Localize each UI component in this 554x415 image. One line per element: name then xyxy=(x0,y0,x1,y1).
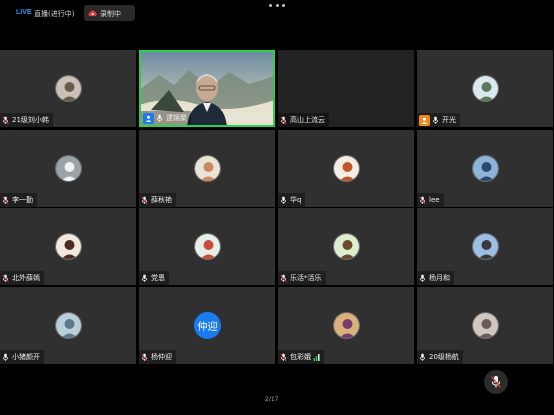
audio-level-icon xyxy=(313,353,320,361)
participant-name: 杨月和 xyxy=(429,274,450,282)
participant-name: 逮锦聚 xyxy=(166,114,187,122)
participant-name-bar: 党恩 xyxy=(139,271,169,285)
mic-muted-icon xyxy=(2,274,9,282)
participant-name: 包彩娥 xyxy=(290,353,311,361)
participant-tile[interactable]: 党恩 xyxy=(139,208,275,285)
live-status[interactable]: 直播(进行中) xyxy=(34,9,74,19)
mic-icon xyxy=(2,353,9,361)
participant-name-bar: lee xyxy=(417,193,444,207)
participant-name: 李一勤 xyxy=(12,196,33,204)
participant-tile[interactable]: 包彩娥 xyxy=(278,287,414,364)
participant-name-bar: 高山上流云 xyxy=(278,113,329,127)
mic-muted-icon xyxy=(141,196,148,204)
participant-tile[interactable]: 20级杨航 xyxy=(417,287,553,364)
tower-avatar xyxy=(472,233,499,260)
more-options-icon[interactable] xyxy=(269,2,285,8)
landscape-avatar xyxy=(472,75,499,102)
cartoon-avatar xyxy=(55,75,82,102)
runner-avatar xyxy=(472,155,499,182)
participant-tile[interactable]: 李一勤 xyxy=(0,130,136,207)
participant-name-bar: 杨月和 xyxy=(417,271,454,285)
page-indicator: 2/17 xyxy=(265,396,279,403)
recording-label: 录制中 xyxy=(100,10,121,18)
participant-tile[interactable]: 北外薛嫣 xyxy=(0,208,136,285)
participant-tile[interactable]: 高山上流云 xyxy=(278,50,414,127)
anime-avatar xyxy=(55,233,82,260)
participant-name: 21级刘小韩 xyxy=(12,116,49,124)
participant-tile[interactable]: 薛秋艳 xyxy=(139,130,275,207)
participant-name-bar: 华q xyxy=(278,193,306,207)
participant-name-bar: 薛秋艳 xyxy=(139,193,176,207)
participant-name-bar: 北外薛嫣 xyxy=(0,271,44,285)
participant-tile[interactable]: 21级刘小韩 xyxy=(0,50,136,127)
participant-tile[interactable]: 乐活*活乐 xyxy=(278,208,414,285)
mic-muted-icon xyxy=(280,116,287,124)
baby-avatar xyxy=(194,233,221,260)
participant-name: 高山上流云 xyxy=(290,116,325,124)
photo-avatar xyxy=(55,155,82,182)
top-bar: LIVE 直播(进行中) 录制中 xyxy=(0,0,554,24)
host-badge-icon xyxy=(143,112,154,124)
participant-name-bar: 包彩娥 xyxy=(278,350,324,364)
video-overlay-caption: 北京宁邦财经研究所 xyxy=(225,116,271,122)
participant-tile[interactable]: 仲迎杨仲迎 xyxy=(139,287,275,364)
participant-name-bar: 20级杨航 xyxy=(417,350,463,364)
participant-name: 20级杨航 xyxy=(429,353,459,361)
mic-icon xyxy=(419,353,426,361)
participant-tile[interactable]: lee xyxy=(417,130,553,207)
participant-tile[interactable]: 小猪颜开 xyxy=(0,287,136,364)
participant-name-bar: 乐活*活乐 xyxy=(278,271,326,285)
participant-name-bar: 开光 xyxy=(417,113,460,127)
participant-name: 华q xyxy=(290,196,302,204)
mic-icon xyxy=(141,274,148,282)
participant-name: 杨仲迎 xyxy=(151,353,172,361)
portrait-avatar xyxy=(472,312,499,339)
participant-name: 党恩 xyxy=(151,274,165,282)
mic-muted-icon xyxy=(280,353,287,361)
mic-muted-icon xyxy=(141,353,148,361)
participant-name-bar: 小猪颜开 xyxy=(0,350,44,364)
participant-tile[interactable]: 杨月和 xyxy=(417,208,553,285)
participant-name-bar: 21级刘小韩 xyxy=(0,113,53,127)
mic-muted-icon xyxy=(2,116,9,124)
mic-icon xyxy=(419,274,426,282)
avatar: 仲迎 xyxy=(194,312,221,339)
mic-muted-icon xyxy=(2,196,9,204)
kid-avatar xyxy=(333,233,360,260)
cloud-record-icon xyxy=(88,10,97,17)
cohost-badge-icon xyxy=(419,114,430,126)
sea-avatar xyxy=(55,312,82,339)
mic-muted-icon xyxy=(490,376,502,388)
illustration-avatar xyxy=(194,155,221,182)
participant-name-bar: 李一勤 xyxy=(0,193,37,207)
mute-mic-button[interactable] xyxy=(484,370,508,394)
live-badge: LIVE xyxy=(16,9,32,16)
participant-name: 乐活*活乐 xyxy=(290,274,322,282)
mic-icon xyxy=(156,114,163,122)
participant-tile[interactable]: 北京宁邦财经研究所 逮锦聚 xyxy=(139,50,275,127)
participant-name-bar: 杨仲迎 xyxy=(139,350,176,364)
mic-icon xyxy=(280,196,287,204)
floral-avatar xyxy=(333,312,360,339)
participant-name: 小猪颜开 xyxy=(12,353,40,361)
girl-avatar xyxy=(333,155,360,182)
participant-name-bar: 逮锦聚 xyxy=(141,111,191,125)
participant-name: 开光 xyxy=(442,116,456,124)
mic-muted-icon xyxy=(280,274,287,282)
participant-tile[interactable]: 华q xyxy=(278,130,414,207)
participant-name: 薛秋艳 xyxy=(151,196,172,204)
mic-muted-icon xyxy=(419,196,426,204)
recording-indicator[interactable]: 录制中 xyxy=(84,5,135,21)
mic-icon xyxy=(432,116,439,124)
participant-name: 北外薛嫣 xyxy=(12,274,40,282)
participant-tile[interactable]: 开光 xyxy=(417,50,553,127)
participant-name: lee xyxy=(429,196,440,204)
